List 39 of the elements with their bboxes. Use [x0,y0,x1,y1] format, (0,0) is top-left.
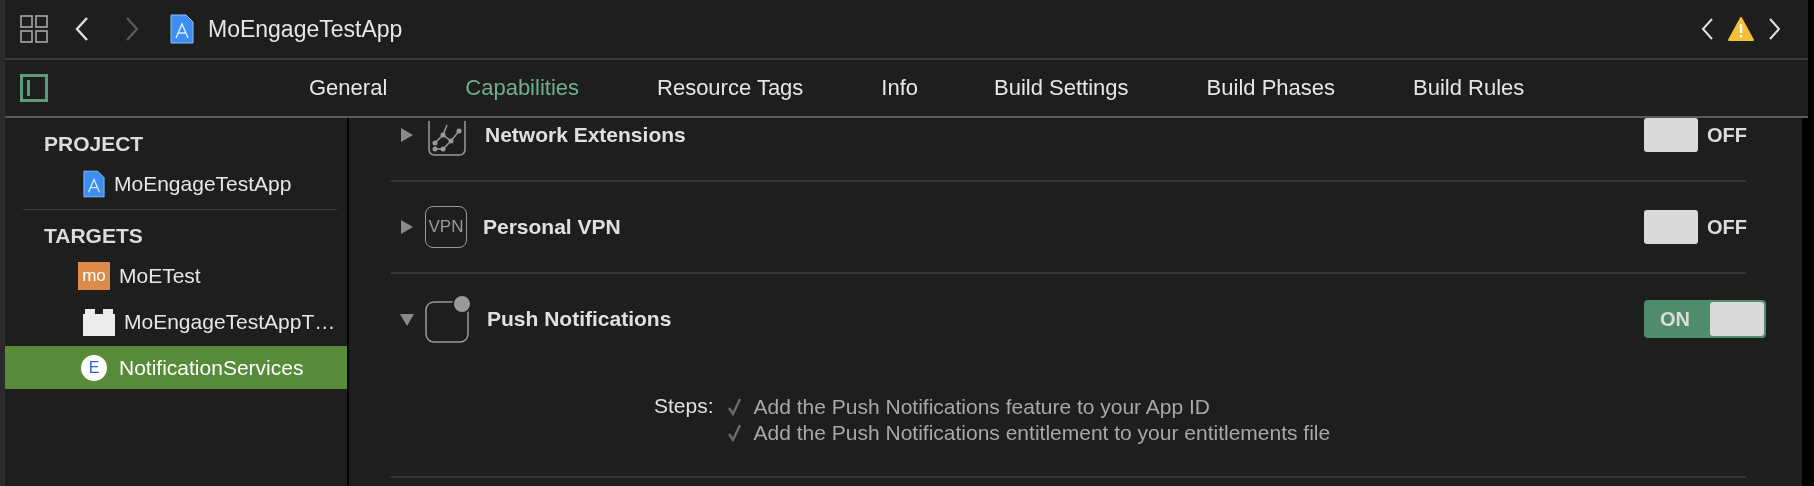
capability-title: Push Notifications [487,307,672,331]
expand-icon[interactable] [400,219,414,235]
app-icon: mo [78,261,110,290]
collapse-icon[interactable] [400,311,414,327]
sidebar-toggle-icon[interactable] [20,74,48,102]
tab[interactable]: Capabilities [465,71,579,105]
steps-label: Steps: [654,394,714,419]
back-icon[interactable] [74,16,90,42]
bundle-icon [83,307,115,336]
project-file-icon [83,169,105,198]
capability-title: Personal VPN [483,215,621,239]
extension-icon: E [81,354,107,381]
sidebar-item[interactable]: MoEngageTestApp [5,162,347,205]
project-title[interactable]: MoEngageTestApp [208,15,403,43]
step-text: Add the Push Notifications feature to your App ID [753,395,1210,419]
sidebar-item[interactable]: mo MoETest [5,254,347,297]
tab[interactable]: General [309,71,388,105]
toggle-switch[interactable]: OFF [1644,210,1766,244]
step-text: Add the Push Notifications entitlement to your entitlements file [753,421,1331,445]
previous-issue-icon[interactable] [1700,17,1714,41]
sidebar-item[interactable]: MoEngageTestAppT… [5,300,347,343]
section-header: PROJECT [43,131,145,157]
tab[interactable]: Resource Tags [657,71,804,105]
tab[interactable]: Build Rules [1413,71,1525,105]
next-issue-icon[interactable] [1768,17,1782,41]
expand-icon[interactable] [400,127,414,143]
vpn-icon: VPN [425,206,467,248]
tab[interactable]: Build Phases [1206,71,1335,105]
capability-title: Network Extensions [485,123,686,147]
warning-icon[interactable] [1728,17,1754,41]
section-header: TARGETS [43,223,144,249]
tab[interactable]: Build Settings [994,71,1129,105]
sidebar-item[interactable]: E NotificationServices [5,346,347,389]
notification-icon [425,295,471,343]
tab[interactable]: Info [881,71,919,105]
toggle-switch[interactable]: OFF [1644,118,1766,152]
grid-icon[interactable] [20,15,48,43]
project-file-icon [170,14,194,44]
network-icon [425,118,469,157]
